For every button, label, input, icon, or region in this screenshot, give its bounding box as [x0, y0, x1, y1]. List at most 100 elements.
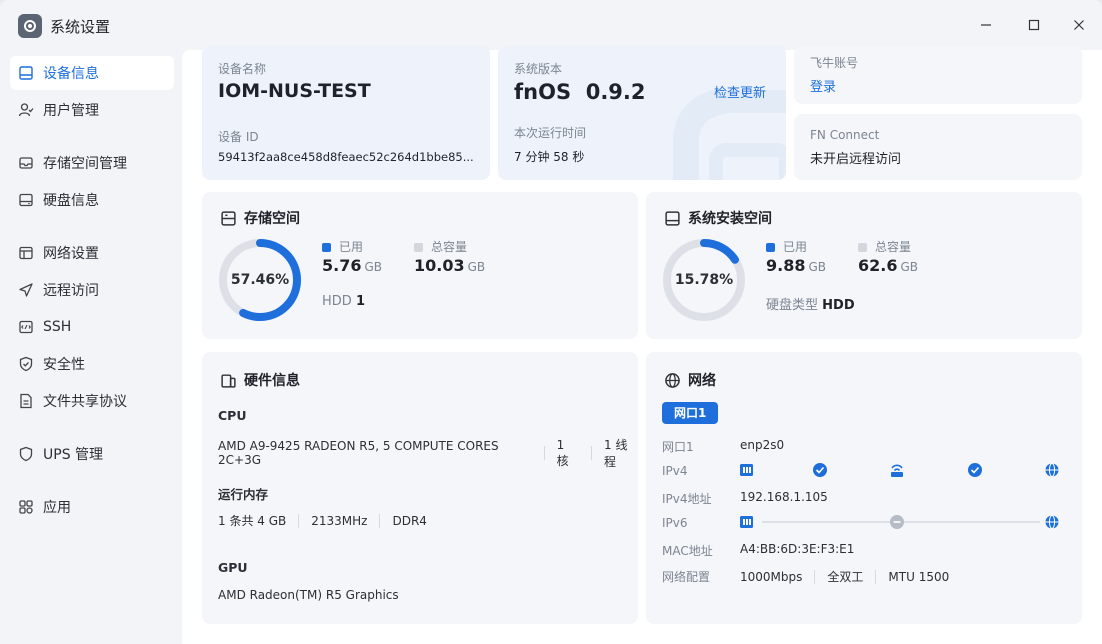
device-id-label: 设备 ID — [218, 130, 259, 144]
tab-port-1[interactable]: 网口1 — [662, 402, 719, 424]
storage-disk-count: HDD 1 — [322, 294, 365, 309]
uptime-value: 7 分钟 58 秒 — [514, 150, 585, 164]
system-version-label: 系统版本 — [514, 62, 563, 76]
device-name-label: 设备名称 — [218, 62, 267, 76]
network-config-value: 1000Mbps 全双工 MTU 1500 — [740, 569, 950, 584]
main-content: 设备名称 IOM-NUS-TEST 设备 ID 59413f2aa8ce458d… — [182, 46, 1102, 644]
system-version: fnOS 0.9.2 — [514, 80, 646, 104]
hardware-title: 硬件信息 — [220, 370, 300, 390]
sidebar-item-ups[interactable]: UPS 管理 — [10, 437, 174, 471]
os-version: 0.9.2 — [585, 80, 646, 104]
storage-card: 存储空间 57.46% 已用 5.76 GB 总容量 10.03 GB HDD 1 — [202, 192, 638, 339]
fn-connect-label: FN Connect — [810, 128, 880, 142]
shield-icon — [18, 356, 34, 372]
sidebar-item-ssh[interactable]: SSH — [10, 310, 174, 344]
system-space-title-text: 系统安装空间 — [688, 211, 772, 227]
system-version-card: 系统版本 fnOS 0.9.2 检查更新 本次运行时间 7 分钟 58 秒 — [498, 46, 786, 180]
storage-used-value: 5.76 GB — [322, 256, 383, 275]
fn-connect-status: 未开启远程访问 — [810, 152, 902, 167]
disk-icon — [665, 210, 680, 226]
storage-used-legend: 已用 — [322, 238, 363, 255]
check-update-link[interactable]: 检查更新 — [714, 82, 766, 101]
gpu-model: AMD Radeon(TM) R5 Graphics — [218, 588, 399, 602]
device-icon — [18, 65, 34, 81]
system-space-total-legend: 总容量 — [858, 238, 911, 255]
apps-icon — [18, 499, 34, 515]
system-space-title: 系统安装空间 — [664, 208, 772, 228]
system-space-card: 系统安装空间 15.78% 已用 9.88 GB 总容量 62.6 GB 硬盘类型 … — [646, 192, 1082, 339]
sidebar-item-label: UPS 管理 — [43, 447, 104, 463]
login-link[interactable]: 登录 — [810, 76, 836, 95]
sidebar-item-label: 用户管理 — [43, 103, 99, 119]
file-share-icon — [18, 393, 34, 409]
gpu-label: GPU — [218, 560, 248, 575]
storage-percent: 57.46% — [230, 272, 290, 288]
network-card: 网络 网口1 网口1 enp2s0 IPv4 IPv4地址 192.168.1.… — [646, 352, 1082, 624]
title-bar: 系统设置 — [0, 0, 1102, 50]
mac-value: A4:BB:6D:3E:F3:E1 — [740, 542, 855, 556]
sidebar-item-label: 存储空间管理 — [43, 156, 127, 172]
sidebar-item-apps[interactable]: 应用 — [10, 490, 174, 524]
memory-label: 运行内存 — [218, 487, 269, 502]
sidebar-item-file-sharing[interactable]: 文件共享协议 — [10, 384, 174, 418]
system-space-used-legend: 已用 — [766, 238, 807, 255]
ups-icon — [18, 446, 34, 462]
mac-label: MAC地址 — [662, 544, 713, 558]
sidebar-item-label: 设备信息 — [43, 66, 99, 82]
system-space-percent: 15.78% — [674, 272, 734, 288]
sidebar-item-device-info[interactable]: 设备信息 — [10, 56, 174, 90]
sidebar-item-label: 网络设置 — [43, 246, 99, 262]
system-space-used-value: 9.88 GB — [766, 256, 827, 275]
device-card: 设备名称 IOM-NUS-TEST 设备 ID 59413f2aa8ce458d… — [202, 46, 490, 180]
network-icon — [18, 245, 34, 261]
maximize-button[interactable] — [1019, 12, 1049, 38]
port-label: 网口1 — [662, 440, 694, 454]
ipv6-label: IPv6 — [662, 516, 688, 530]
window-title: 系统设置 — [50, 18, 111, 36]
minimize-button[interactable] — [971, 12, 1001, 38]
storage-total-value: 10.03 GB — [414, 256, 486, 275]
storage-title-text: 存储空间 — [244, 211, 300, 227]
hardware-card: 硬件信息 CPU AMD A9-9425 RADEON R5, 5 COMPUT… — [202, 352, 638, 624]
disk-icon — [18, 192, 34, 208]
maximize-icon — [1028, 19, 1040, 31]
port-value: enp2s0 — [740, 438, 785, 452]
sidebar-item-remote-access[interactable]: 远程访问 — [10, 273, 174, 307]
close-icon — [1074, 20, 1084, 30]
ipv4-connection-path — [740, 463, 1059, 477]
memory-details: 1 条共 4 GB 2133MHz DDR4 — [218, 513, 427, 528]
network-config-label: 网络配置 — [662, 570, 711, 584]
hardware-icon — [221, 373, 236, 388]
globe-icon — [665, 372, 680, 388]
storage-icon — [18, 155, 34, 171]
device-name: IOM-NUS-TEST — [218, 80, 371, 102]
minimize-icon — [981, 24, 991, 26]
close-button[interactable] — [1064, 12, 1094, 38]
cpu-label: CPU — [218, 408, 247, 423]
uptime-label: 本次运行时间 — [514, 126, 587, 140]
settings-window: 系统设置 设备信息 用户管理 存储空间管理 硬盘信息 网络设置 远程访问 SSH… — [0, 0, 1102, 644]
fnos-watermark-icon — [673, 90, 786, 180]
sidebar-item-network-settings[interactable]: 网络设置 — [10, 236, 174, 270]
fn-connect-card: FN Connect 未开启远程访问 — [794, 114, 1082, 180]
hardware-title-text: 硬件信息 — [244, 373, 300, 389]
sidebar-item-storage-management[interactable]: 存储空间管理 — [10, 146, 174, 180]
ssh-icon — [18, 319, 34, 335]
sidebar-item-label: 安全性 — [43, 357, 85, 373]
sidebar-item-security[interactable]: 安全性 — [10, 347, 174, 381]
sidebar-item-label: 远程访问 — [43, 283, 99, 299]
fn-account-label: 飞牛账号 — [810, 56, 859, 70]
storage-title: 存储空间 — [220, 208, 300, 228]
ipv6-connection-path — [740, 515, 1059, 529]
network-title-text: 网络 — [688, 373, 716, 389]
ipv4-address-label: IPv4地址 — [662, 492, 712, 506]
sidebar-item-disk-info[interactable]: 硬盘信息 — [10, 183, 174, 217]
remote-icon — [18, 282, 34, 298]
device-id: 59413f2aa8ce458d8feaec52c264d1bbe85... — [218, 150, 474, 164]
ipv4-label: IPv4 — [662, 464, 688, 478]
system-space-total-value: 62.6 GB — [858, 256, 919, 275]
cpu-details: AMD A9-9425 RADEON R5, 5 COMPUTE CORES 2… — [218, 437, 628, 470]
storage-icon — [221, 210, 236, 226]
sidebar-item-user-management[interactable]: 用户管理 — [10, 93, 174, 127]
sidebar-item-label: 应用 — [43, 500, 71, 516]
